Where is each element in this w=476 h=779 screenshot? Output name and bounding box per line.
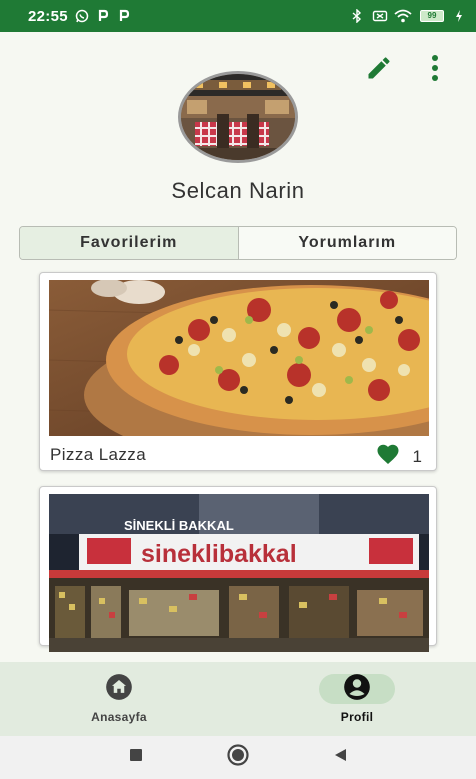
tab-yorumlarim[interactable]: Yorumlarım	[238, 227, 456, 259]
more-vert-icon	[430, 54, 440, 87]
system-navigation-bar	[0, 736, 476, 779]
pencil-icon	[365, 54, 393, 87]
nav-item-profil[interactable]: Profil	[238, 662, 476, 736]
edit-profile-button[interactable]	[364, 55, 394, 85]
favorite-name: Pizza Lazza	[50, 445, 147, 464]
heart-icon[interactable]	[375, 443, 401, 470]
wifi-icon	[394, 9, 412, 23]
nav-item-anasayfa[interactable]: Anasayfa	[0, 662, 238, 736]
profile-actions	[364, 54, 450, 87]
account-circle-icon	[343, 673, 371, 706]
storefront-sign-text: SİNEKLİ BAKKAL	[124, 518, 234, 533]
profile-avatar[interactable]	[178, 71, 298, 163]
nav-label: Anasayfa	[91, 710, 147, 724]
triangle-back-icon	[332, 747, 348, 768]
p-notification-icon	[117, 9, 131, 23]
storefront-banner-text: sineklibakkal	[141, 540, 297, 568]
favorite-card[interactable]: SİNEKLİ BAKKAL sineklibakkal	[39, 486, 437, 652]
profile-tabs: Favorilerim Yorumlarım	[19, 226, 457, 260]
battery-icon: 99	[420, 10, 444, 22]
status-time: 22:55	[28, 7, 68, 25]
mute-icon	[372, 9, 388, 23]
nav-icon-container	[81, 673, 157, 706]
nav-label: Profil	[340, 710, 374, 724]
p-notification-icon	[96, 9, 110, 23]
home-button[interactable]	[226, 743, 250, 772]
bluetooth-icon	[350, 8, 364, 24]
back-button[interactable]	[328, 746, 352, 770]
charging-icon	[452, 9, 466, 23]
favorite-card[interactable]: Pizza Lazza 1	[39, 272, 437, 471]
bottom-navigation: Anasayfa Profil	[0, 662, 476, 736]
like-count: 1	[412, 446, 422, 466]
more-options-button[interactable]	[420, 54, 450, 87]
like-counter: 1	[375, 443, 422, 470]
battery-level: 99	[420, 10, 444, 22]
sinekli-bakkal-storefront-photo: SİNEKLİ BAKKAL sineklibakkal	[49, 494, 429, 652]
recents-button[interactable]	[124, 746, 148, 770]
nav-icon-container	[319, 673, 395, 706]
square-icon	[128, 747, 144, 768]
home-icon	[105, 673, 133, 706]
status-bar: 22:55 99	[0, 0, 476, 32]
profile-name: Selcan Narin	[171, 178, 305, 203]
tab-favorilerim[interactable]: Favorilerim	[20, 227, 239, 259]
circle-icon	[226, 743, 250, 772]
whatsapp-icon	[75, 9, 89, 23]
pizza-photo	[49, 280, 429, 436]
